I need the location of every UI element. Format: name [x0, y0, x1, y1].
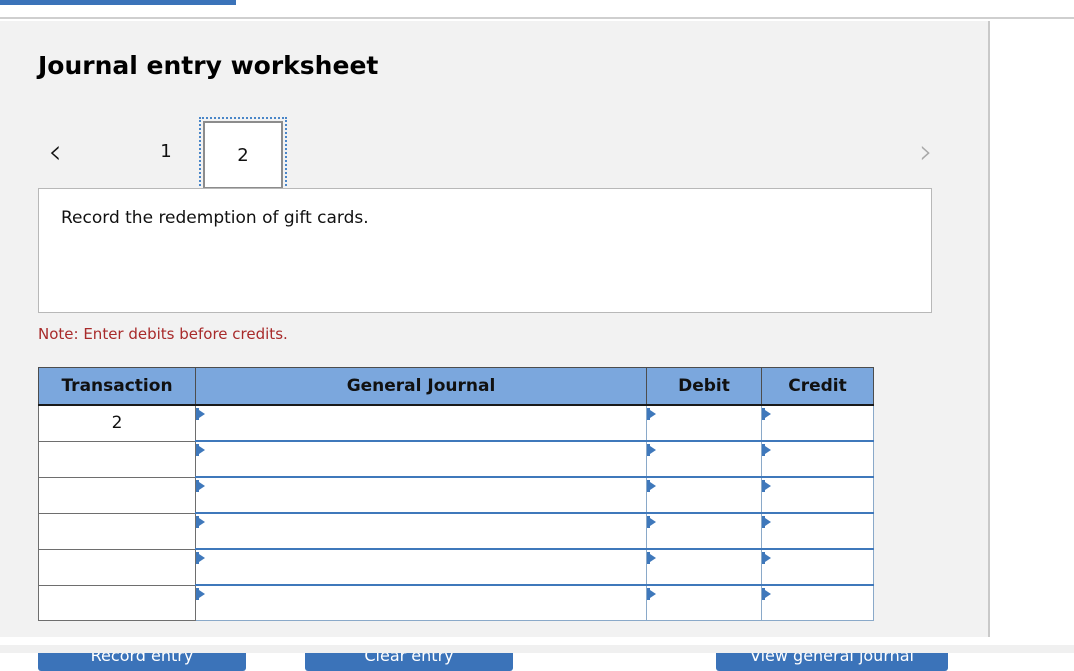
worksheet-panel: Journal entry worksheet ‹ 1 2 › Record t… — [0, 21, 990, 671]
dropdown-marker-icon — [647, 444, 656, 456]
dropdown-marker-icon — [647, 588, 656, 600]
dropdown-marker-icon — [647, 516, 656, 528]
credit-input[interactable] — [761, 512, 874, 550]
dropdown-marker-icon — [196, 408, 205, 420]
table-body: 2 — [38, 404, 874, 621]
dropdown-marker-icon — [647, 552, 656, 564]
dropdown-marker-icon — [762, 588, 771, 600]
dropdown-marker-icon — [762, 552, 771, 564]
dropdown-marker-icon — [196, 588, 205, 600]
table-row — [38, 476, 874, 514]
transaction-cell[interactable] — [38, 512, 196, 550]
header-divider — [0, 17, 1074, 19]
credit-input[interactable] — [761, 476, 874, 514]
bottom-white-strip — [0, 637, 1074, 645]
pager-page-2[interactable]: 2 — [199, 117, 287, 193]
dropdown-marker-icon — [196, 516, 205, 528]
dropdown-marker-icon — [762, 444, 771, 456]
chevron-right-icon[interactable]: › — [909, 129, 943, 175]
worksheet-pager: ‹ 1 2 › — [38, 117, 943, 193]
credit-input[interactable] — [761, 548, 874, 586]
dropdown-marker-icon — [762, 516, 771, 528]
transaction-description-box: Record the redemption of gift cards. — [38, 188, 932, 313]
table-row — [38, 548, 874, 586]
table-row — [38, 512, 874, 550]
credit-input[interactable] — [761, 584, 874, 621]
debit-input[interactable] — [646, 548, 762, 586]
debit-input[interactable] — [646, 476, 762, 514]
transaction-description-text: Record the redemption of gift cards. — [61, 208, 369, 228]
credit-input[interactable] — [761, 404, 874, 442]
transaction-cell[interactable] — [38, 440, 196, 478]
table-row: 2 — [38, 404, 874, 442]
dropdown-marker-icon — [762, 480, 771, 492]
dropdown-marker-icon — [196, 552, 205, 564]
chevron-left-icon[interactable]: ‹ — [38, 129, 72, 175]
general-journal-input[interactable] — [195, 512, 647, 550]
progress-bar — [0, 0, 236, 5]
dropdown-marker-icon — [196, 444, 205, 456]
debits-before-credits-note: Note: Enter debits before credits. — [38, 325, 288, 343]
journal-entry-table: Transaction General Journal Debit Credit… — [38, 367, 874, 621]
column-header-transaction: Transaction — [38, 367, 196, 406]
table-row — [38, 440, 874, 478]
general-journal-input[interactable] — [195, 548, 647, 586]
general-journal-input[interactable] — [195, 404, 647, 442]
transaction-cell[interactable] — [38, 584, 196, 621]
pager-page-1[interactable]: 1 — [144, 129, 188, 175]
column-header-general-journal: General Journal — [195, 367, 647, 406]
debit-input[interactable] — [646, 404, 762, 442]
dropdown-marker-icon — [762, 408, 771, 420]
transaction-cell[interactable]: 2 — [38, 404, 196, 442]
dropdown-marker-icon — [647, 408, 656, 420]
column-header-debit: Debit — [646, 367, 762, 406]
credit-input[interactable] — [761, 440, 874, 478]
debit-input[interactable] — [646, 512, 762, 550]
dropdown-marker-icon — [196, 480, 205, 492]
general-journal-input[interactable] — [195, 476, 647, 514]
transaction-cell[interactable] — [38, 476, 196, 514]
table-row — [38, 584, 874, 621]
transaction-cell[interactable] — [38, 548, 196, 586]
general-journal-input[interactable] — [195, 584, 647, 621]
bottom-gray-strip — [0, 645, 1074, 653]
column-header-credit: Credit — [761, 367, 874, 406]
dropdown-marker-icon — [647, 480, 656, 492]
table-header-row: Transaction General Journal Debit Credit — [38, 367, 874, 406]
debit-input[interactable] — [646, 440, 762, 478]
general-journal-input[interactable] — [195, 440, 647, 478]
page-title: Journal entry worksheet — [38, 51, 379, 80]
debit-input[interactable] — [646, 584, 762, 621]
